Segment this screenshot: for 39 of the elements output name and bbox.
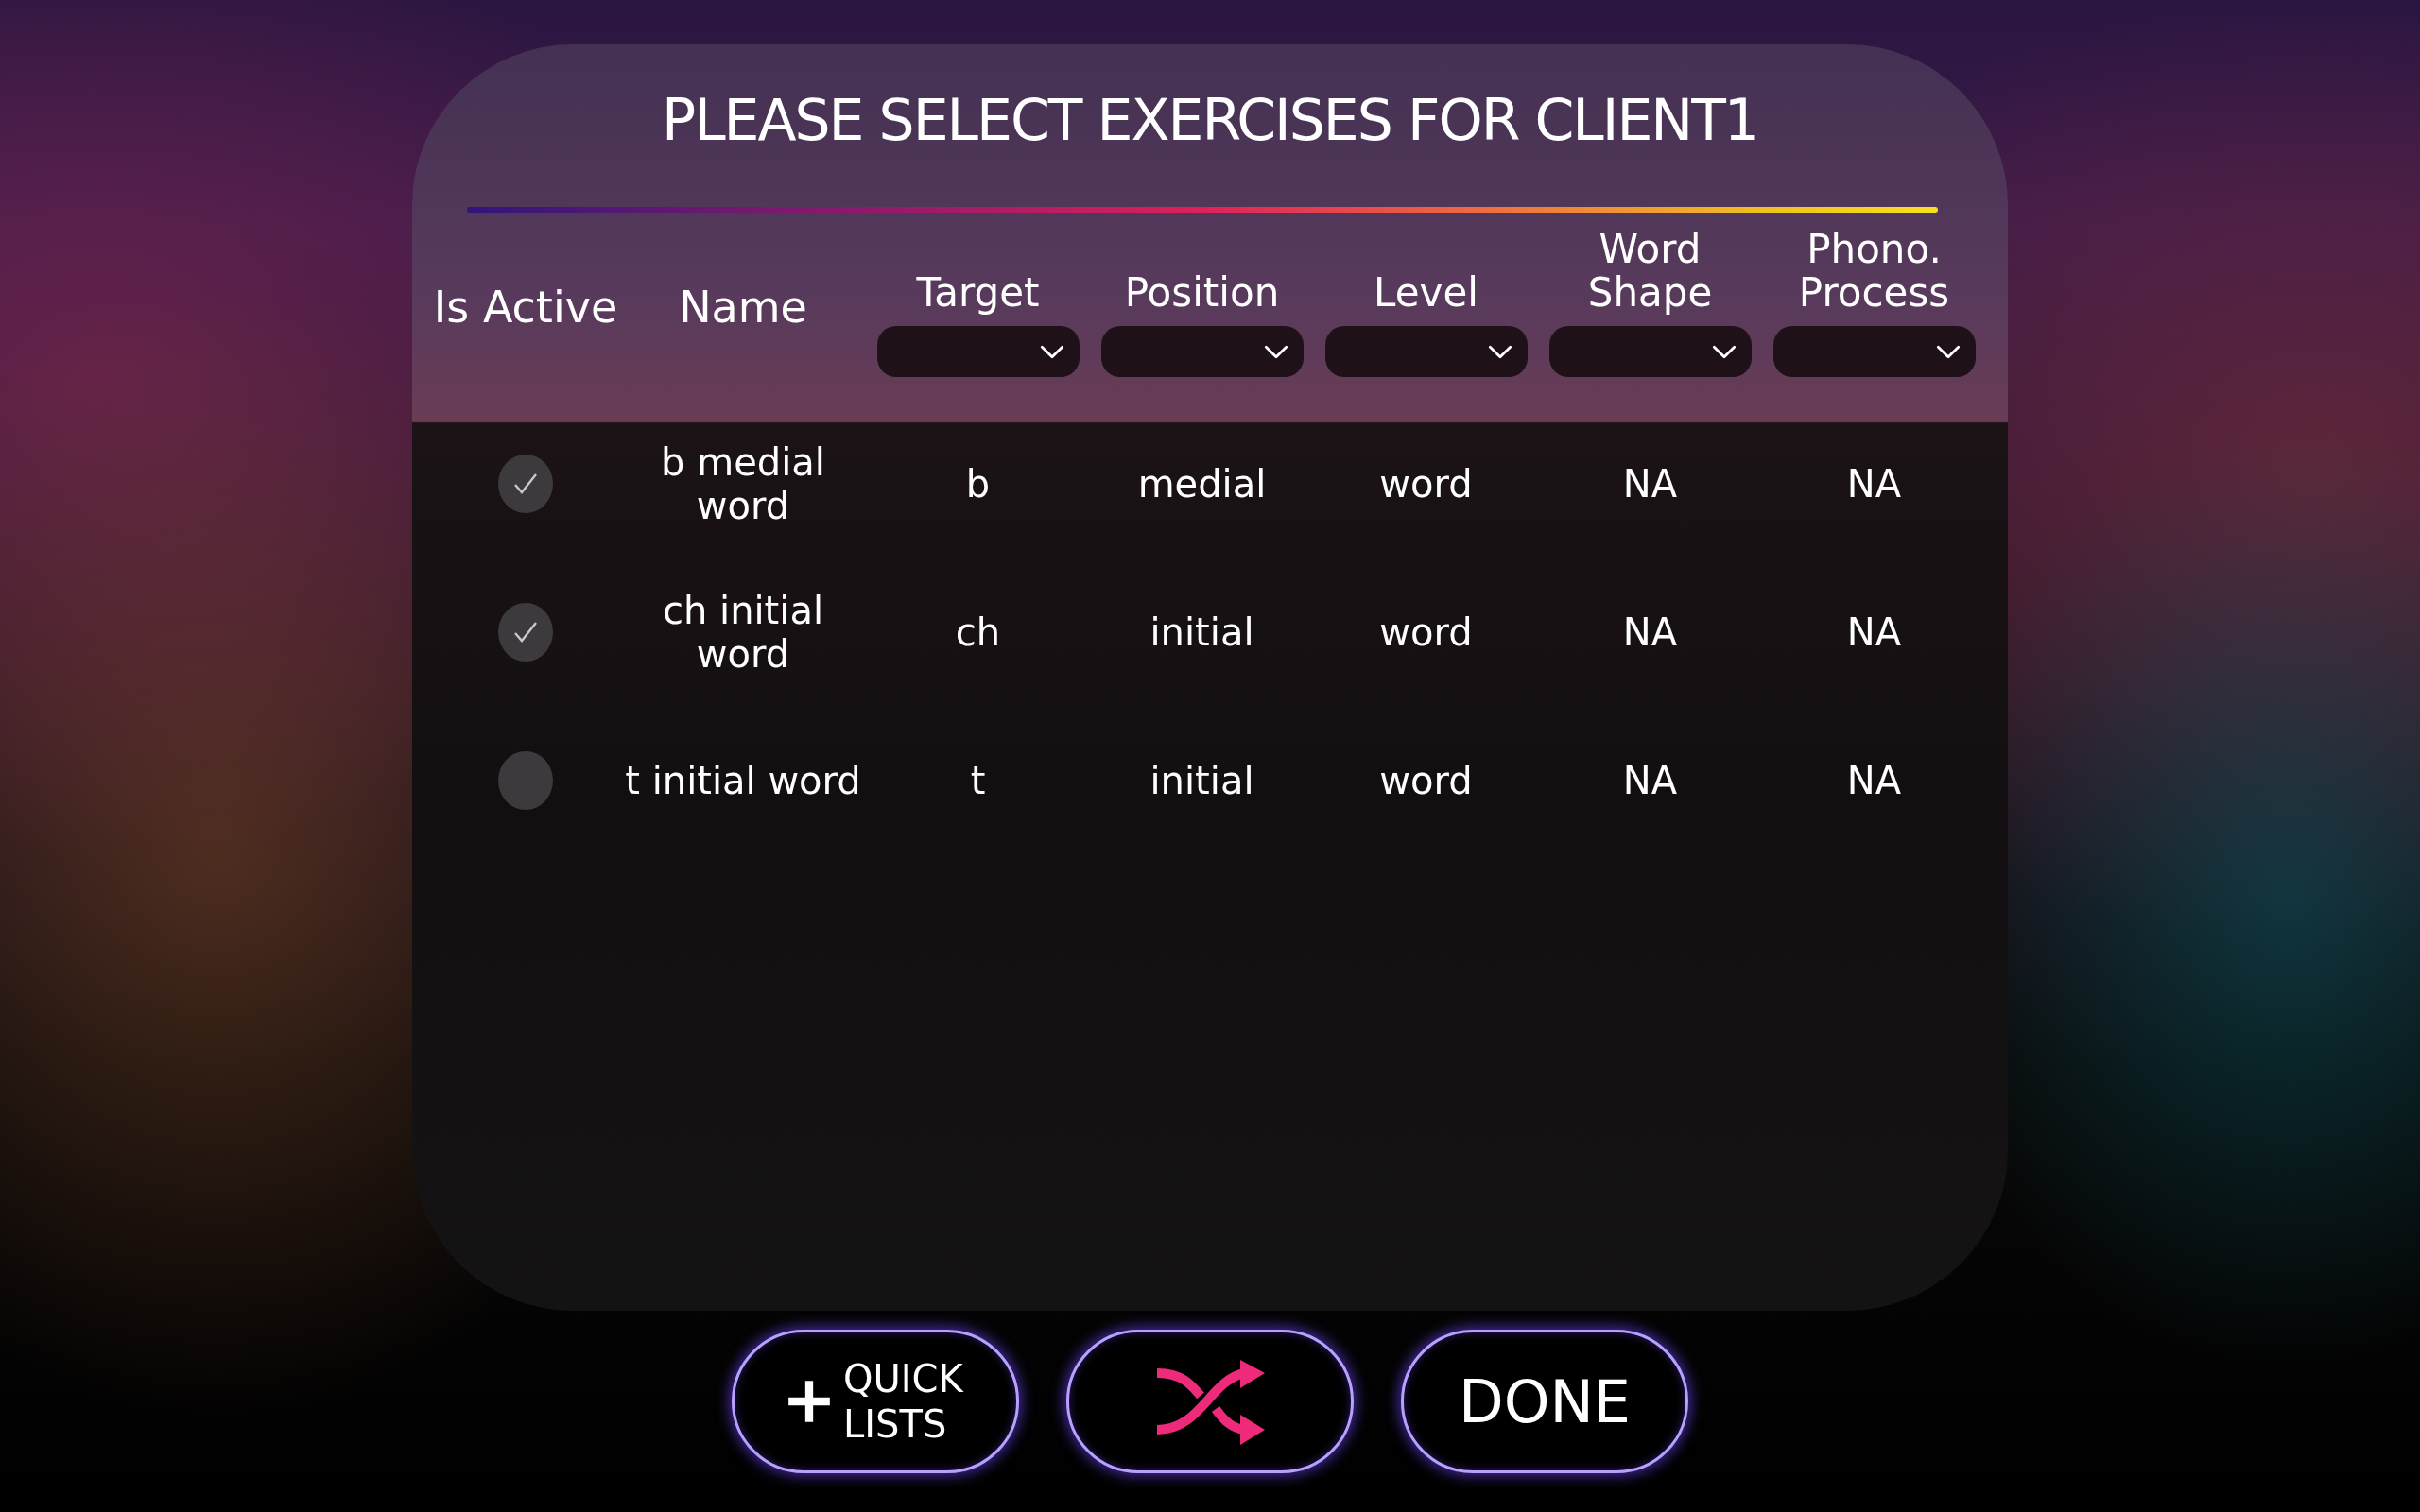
table-cell: ch: [955, 610, 1001, 654]
chevron-down-icon: [1487, 344, 1512, 359]
done-button[interactable]: DONE: [1401, 1330, 1688, 1473]
table-cell: b: [965, 461, 991, 506]
table-cell-text: ch initial word: [661, 588, 825, 676]
chevron-down-icon: [1263, 344, 1288, 359]
dialog-title: PLEASE SELECT EXERCISES FOR CLIENT1: [660, 86, 1760, 155]
column-header: Word Shape: [1586, 228, 1714, 315]
filter-dropdown[interactable]: [1100, 326, 1304, 377]
table-cell-text: b medial word: [660, 439, 826, 527]
filter-dropdown[interactable]: [1548, 326, 1752, 377]
table-cell: NA: [1622, 758, 1678, 802]
table-cell: initial: [1150, 610, 1254, 654]
table-cell: NA: [1622, 461, 1678, 506]
table-cell: medial: [1137, 461, 1267, 506]
filter-dropdown[interactable]: [1324, 326, 1528, 377]
table-cell: NA: [1846, 610, 1902, 654]
table-cell: NA: [1846, 758, 1902, 802]
column-header: Level: [1374, 271, 1478, 315]
column-header: Is Active: [433, 284, 618, 330]
table-cell: NA: [1846, 461, 1902, 506]
chevron-down-icon: [1711, 344, 1737, 359]
table-cell: t initial word: [625, 758, 861, 802]
chevron-down-icon: [1935, 344, 1961, 359]
table-cell: t: [970, 758, 986, 802]
quick-lists-button[interactable]: QUICK LISTS: [732, 1330, 1019, 1473]
table-cell: NA: [1622, 610, 1678, 654]
column-header: Phono. Process: [1797, 228, 1951, 315]
column-header: Target: [916, 271, 1040, 315]
shuffle-button[interactable]: [1066, 1330, 1354, 1473]
filter-dropdown[interactable]: [876, 326, 1080, 377]
table-cell: word: [1379, 610, 1473, 654]
table-cell: word: [1379, 758, 1473, 802]
filter-dropdown[interactable]: [1772, 326, 1976, 377]
column-header: Position: [1124, 271, 1280, 315]
column-header: Name: [679, 284, 807, 330]
table-cell: word: [1379, 461, 1473, 506]
table-cell: initial: [1150, 758, 1254, 802]
chevron-down-icon: [1039, 344, 1064, 359]
